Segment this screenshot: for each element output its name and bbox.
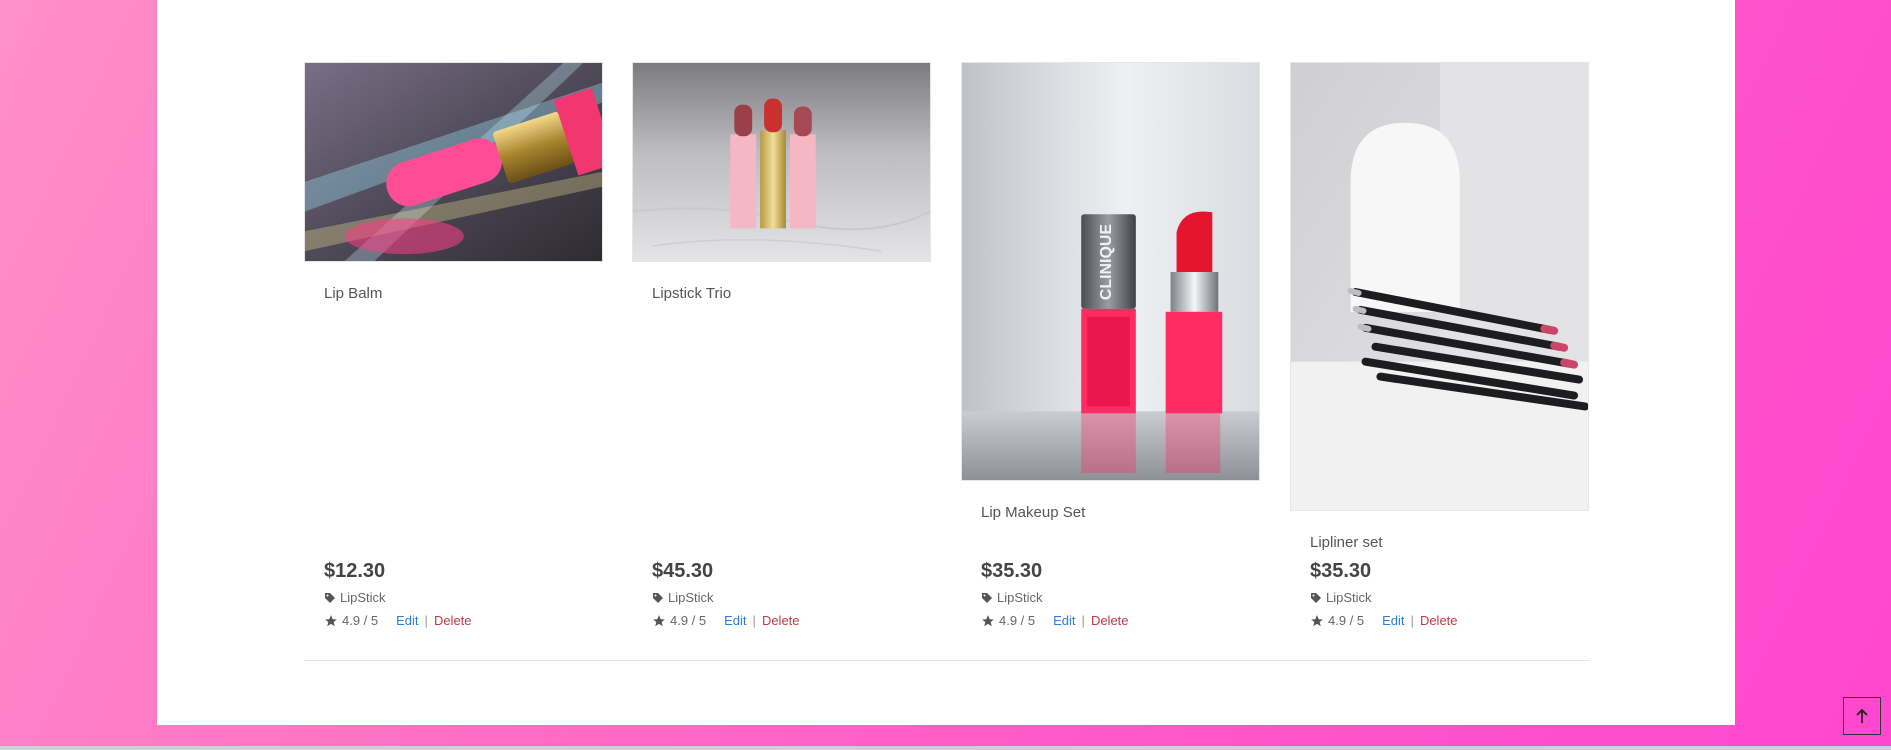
rating-text: 4.9 / 5: [999, 613, 1036, 628]
tag-icon: [653, 592, 663, 603]
product-price: $45.30: [652, 560, 714, 582]
brand-text: CLINIQUE: [1098, 224, 1115, 300]
tag-icon: [982, 592, 992, 603]
scroll-to-top-button[interactable]: [1843, 697, 1881, 735]
product-card: Lipliner set $35.30 LipStick 4.9 / 5 Edi…: [1290, 62, 1589, 640]
product-meta: 4.9 / 5 Edit | Delete: [324, 613, 472, 628]
link-separator: |: [1081, 613, 1085, 628]
section-divider: [304, 660, 1590, 661]
product-title[interactable]: Lip Makeup Set: [981, 504, 1085, 521]
tag-icon: [325, 592, 335, 603]
product-title[interactable]: Lip Balm: [324, 285, 382, 302]
star-icon: [982, 614, 994, 626]
category-label[interactable]: LipStick: [1326, 590, 1372, 605]
delete-link[interactable]: Delete: [1420, 613, 1458, 628]
lipstick-trio-photo: [633, 63, 930, 261]
product-card: CLINIQUE Lip Makeup Set $35.30 LipStick …: [961, 62, 1260, 640]
category-label[interactable]: LipStick: [997, 590, 1043, 605]
product-image[interactable]: [1290, 62, 1589, 511]
tag-icon: [1311, 592, 1321, 603]
product-category: LipStick: [324, 590, 386, 605]
link-separator: |: [1410, 613, 1414, 628]
product-title[interactable]: Lipstick Trio: [652, 285, 731, 302]
product-card: Lip Balm $12.30 LipStick 4.9 / 5 Edit | …: [304, 62, 603, 640]
delete-link[interactable]: Delete: [1091, 613, 1129, 628]
category-label[interactable]: LipStick: [668, 590, 714, 605]
star-icon: [653, 614, 665, 626]
delete-link[interactable]: Delete: [434, 613, 472, 628]
rating-text: 4.9 / 5: [342, 613, 379, 628]
product-image[interactable]: [304, 62, 603, 262]
product-price: $12.30: [324, 560, 386, 582]
product-card: Lipstick Trio $45.30 LipStick 4.9 / 5 Ed…: [632, 62, 931, 640]
star-icon: [325, 614, 337, 626]
rating-text: 4.9 / 5: [670, 613, 707, 628]
arrow-up-icon: [1856, 708, 1868, 723]
product-category: LipStick: [652, 590, 714, 605]
link-separator: |: [752, 613, 756, 628]
product-meta: 4.9 / 5 Edit | Delete: [652, 613, 800, 628]
product-image[interactable]: CLINIQUE: [961, 62, 1260, 481]
link-separator: |: [424, 613, 428, 628]
edit-link[interactable]: Edit: [1053, 613, 1075, 628]
product-image[interactable]: [632, 62, 931, 262]
edit-link[interactable]: Edit: [396, 613, 418, 628]
edit-link[interactable]: Edit: [724, 613, 746, 628]
product-meta: 4.9 / 5 Edit | Delete: [981, 613, 1129, 628]
category-label[interactable]: LipStick: [340, 590, 386, 605]
product-title[interactable]: Lipliner set: [1310, 534, 1383, 551]
edit-link[interactable]: Edit: [1382, 613, 1404, 628]
bottom-edge: [0, 746, 1891, 750]
delete-link[interactable]: Delete: [762, 613, 800, 628]
product-price: $35.30: [1310, 560, 1372, 582]
product-price: $35.30: [981, 560, 1043, 582]
lipliner-set-photo: [1291, 63, 1588, 510]
product-meta: 4.9 / 5 Edit | Delete: [1310, 613, 1458, 628]
content-panel: Lip Balm $12.30 LipStick 4.9 / 5 Edit | …: [157, 0, 1735, 725]
star-icon: [1311, 614, 1323, 626]
lip-balm-photo: [305, 63, 602, 261]
product-category: LipStick: [1310, 590, 1372, 605]
lip-makeup-set-photo: CLINIQUE: [962, 63, 1259, 480]
rating-text: 4.9 / 5: [1328, 613, 1365, 628]
product-category: LipStick: [981, 590, 1043, 605]
